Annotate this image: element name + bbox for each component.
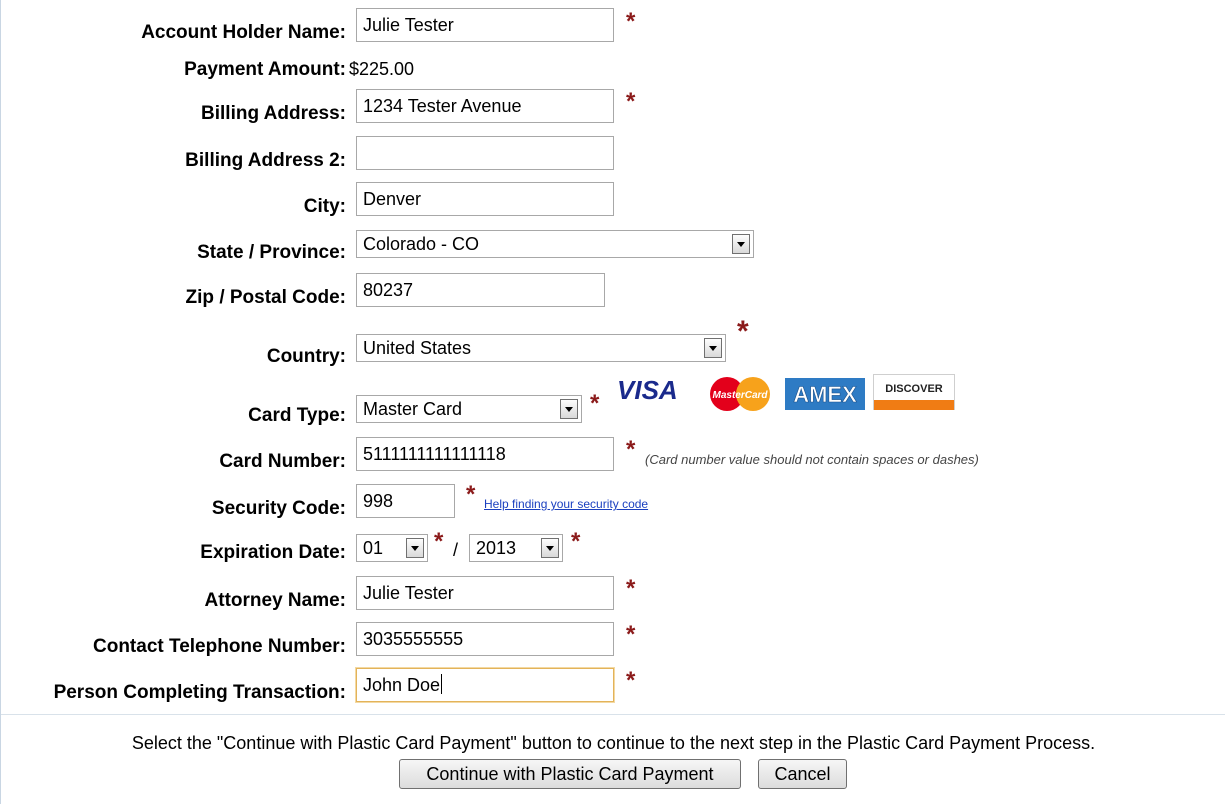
expiration-year-select[interactable]: 2013 bbox=[469, 534, 563, 562]
visa-logo-text: VISA bbox=[617, 375, 678, 405]
country-label: Country: bbox=[266, 346, 346, 367]
state-selected-value: Colorado - CO bbox=[363, 234, 480, 254]
zip-input[interactable]: 80237 bbox=[356, 273, 605, 307]
card-number-label: Card Number: bbox=[219, 451, 346, 472]
cancel-button[interactable]: Cancel bbox=[758, 759, 847, 789]
required-mark: * bbox=[626, 8, 636, 35]
mastercard-logo: MasterCard bbox=[710, 377, 770, 411]
discover-logo-text: DISCOVER bbox=[885, 383, 943, 395]
security-code-help-link[interactable]: Help finding your security code bbox=[484, 497, 648, 511]
continue-button[interactable]: Continue with Plastic Card Payment bbox=[399, 759, 741, 789]
country-select[interactable]: United States bbox=[356, 334, 726, 362]
chevron-down-icon[interactable] bbox=[406, 538, 424, 558]
amex-logo-text: AMEX bbox=[793, 382, 857, 407]
footer-divider bbox=[1, 714, 1225, 715]
text-cursor bbox=[441, 674, 443, 694]
expiration-month-select[interactable]: 01 bbox=[356, 534, 428, 562]
account-holder-label: Account Holder Name: bbox=[141, 22, 346, 43]
person-completing-label: Person Completing Transaction: bbox=[53, 682, 346, 703]
required-mark: * bbox=[590, 390, 600, 417]
required-mark: * bbox=[626, 88, 636, 115]
billing-address-label: Billing Address: bbox=[201, 103, 346, 124]
required-mark: * bbox=[571, 528, 581, 555]
security-code-input[interactable]: 998 bbox=[356, 484, 455, 518]
card-type-selected-value: Master Card bbox=[363, 399, 463, 419]
billing-address2-label: Billing Address 2: bbox=[185, 150, 346, 171]
chevron-down-icon[interactable] bbox=[541, 538, 559, 558]
card-type-select[interactable]: Master Card bbox=[356, 395, 582, 423]
city-input[interactable]: Denver bbox=[356, 182, 614, 216]
attorney-name-label: Attorney Name: bbox=[204, 590, 346, 611]
payment-amount-label: Payment Amount: bbox=[184, 59, 346, 80]
card-number-note: (Card number value should not contain sp… bbox=[645, 452, 979, 467]
billing-address-input[interactable]: 1234 Tester Avenue bbox=[356, 89, 614, 123]
required-mark: * bbox=[626, 436, 636, 463]
chevron-down-icon[interactable] bbox=[704, 338, 722, 358]
billing-address2-input[interactable] bbox=[356, 136, 614, 170]
chevron-down-icon[interactable] bbox=[732, 234, 750, 254]
discover-logo: DISCOVER bbox=[873, 374, 955, 410]
expiration-year-value: 2013 bbox=[476, 538, 517, 558]
phone-label: Contact Telephone Number: bbox=[93, 636, 346, 657]
required-mark: * bbox=[737, 315, 749, 348]
attorney-name-input[interactable]: Julie Tester bbox=[356, 576, 614, 610]
city-label: City: bbox=[303, 196, 346, 217]
visa-logo: VISA bbox=[617, 375, 678, 405]
expiration-date-label: Expiration Date: bbox=[200, 542, 346, 563]
state-label: State / Province: bbox=[197, 242, 346, 263]
expiration-month-value: 01 bbox=[363, 538, 384, 558]
mastercard-logo-text: MasterCard bbox=[712, 390, 768, 401]
required-mark: * bbox=[626, 621, 636, 648]
chevron-down-icon[interactable] bbox=[560, 399, 578, 419]
zip-label: Zip / Postal Code: bbox=[185, 287, 346, 308]
payment-form: Account Holder Name: Julie Tester * Paym… bbox=[0, 0, 1225, 804]
country-selected-value: United States bbox=[363, 338, 472, 358]
required-mark: * bbox=[626, 667, 636, 694]
security-code-label: Security Code: bbox=[211, 498, 346, 519]
card-number-input[interactable]: 5111111111111118 bbox=[356, 437, 614, 471]
state-select[interactable]: Colorado - CO bbox=[356, 230, 754, 258]
required-mark: * bbox=[434, 528, 444, 555]
footer-instructions: Select the "Continue with Plastic Card P… bbox=[131, 733, 1096, 753]
phone-input[interactable]: 3035555555 bbox=[356, 622, 614, 656]
person-completing-input[interactable]: John Doe bbox=[356, 668, 614, 702]
amex-logo: AMEX bbox=[785, 378, 865, 410]
required-mark: * bbox=[626, 575, 636, 602]
person-completing-value: John Doe bbox=[363, 675, 441, 695]
expiration-separator: / bbox=[453, 540, 459, 560]
required-mark: * bbox=[466, 481, 476, 508]
account-holder-input[interactable]: Julie Tester bbox=[356, 8, 614, 42]
card-type-label: Card Type: bbox=[248, 405, 346, 426]
payment-amount-value: $225.00 bbox=[349, 59, 415, 79]
